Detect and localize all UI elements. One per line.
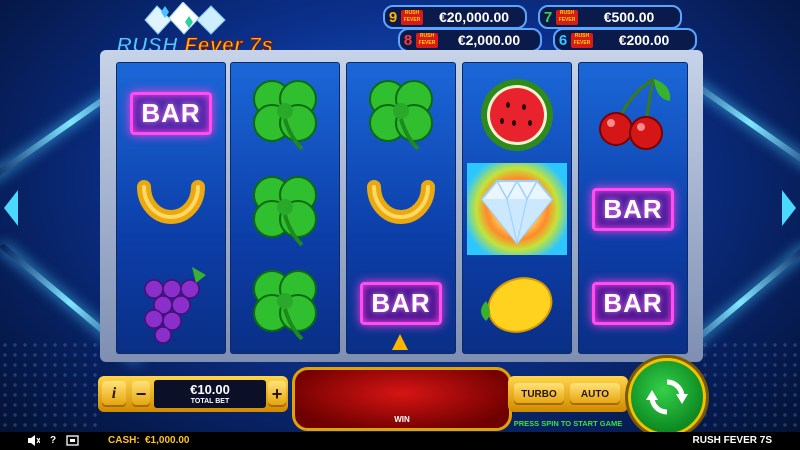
jackpot-6: 6 RUSH FEVER €200.00	[553, 28, 697, 52]
info-button[interactable]: i	[102, 381, 126, 407]
jackpot-number: 8	[403, 31, 413, 49]
hex-pattern	[700, 340, 800, 430]
grapes-icon	[144, 267, 206, 344]
jackpot-7: 7 RUSH FEVER €500.00	[538, 5, 682, 29]
win-display: WIN	[292, 367, 512, 431]
jackpot-number: 7	[543, 8, 553, 26]
symbol-bar: BAR	[583, 163, 683, 255]
fullscreen-icon[interactable]	[66, 435, 79, 449]
right-arrow-icon	[782, 190, 796, 226]
jackpot-tag: RUSH FEVER	[571, 32, 593, 48]
symbol-horseshoe	[351, 163, 451, 255]
game-title: RUSH FEVER 7S	[692, 435, 772, 446]
horseshoe-icon	[137, 180, 205, 224]
clover-icon	[253, 80, 317, 151]
reel-5: BAR BAR	[578, 62, 688, 354]
reel-4	[462, 62, 572, 354]
symbol-grapes	[121, 257, 221, 349]
bet-label: TOTAL BET	[190, 398, 230, 405]
increase-bet-button[interactable]: +	[268, 381, 286, 407]
hex-pattern	[0, 340, 100, 430]
bet-panel: i − €10.00 TOTAL BET +	[98, 376, 288, 412]
jackpot-number: 6	[558, 31, 568, 49]
symbol-bar: BAR	[583, 257, 683, 349]
jackpot-tag: RUSH FEVER	[401, 9, 423, 25]
refresh-icon	[646, 379, 688, 415]
symbol-bar: BAR	[121, 67, 221, 159]
reel-1: BAR	[116, 62, 226, 354]
bar-symbol-label: BAR	[130, 91, 212, 135]
cherry-icon	[599, 77, 671, 150]
horseshoe-icon	[367, 180, 435, 224]
clover-icon	[369, 80, 433, 151]
jackpot-amount: €200.00	[618, 32, 670, 48]
jackpot-9: 9 RUSH FEVER €20,000.00	[383, 5, 527, 29]
turbo-auto-panel: TURBO AUTO	[508, 376, 628, 412]
symbol-clover	[235, 67, 335, 159]
symbol-clover	[351, 67, 451, 159]
diamond-icon	[480, 179, 554, 245]
bet-value: €10.00	[190, 382, 230, 397]
diamonds-icon	[144, 2, 226, 35]
footer-bar: ? CASH: €1,000.00 RUSH FEVER 7S	[0, 432, 800, 450]
bar-symbol-label: BAR	[592, 187, 674, 231]
reel-2	[230, 62, 340, 354]
symbol-clover	[235, 257, 335, 349]
help-button[interactable]: ?	[50, 435, 56, 446]
symbol-watermelon	[467, 67, 567, 159]
symbol-horseshoe	[121, 163, 221, 255]
jackpot-amount: €20,000.00	[438, 9, 510, 25]
spin-hint: PRESS SPIN TO START GAME	[513, 419, 623, 428]
clover-icon	[253, 176, 317, 247]
symbol-cherry	[583, 67, 683, 159]
decrease-bet-button[interactable]: −	[132, 381, 150, 407]
cash-value: €1,000.00	[145, 435, 190, 446]
bar-symbol-label: BAR	[360, 281, 442, 325]
left-arrow-icon	[4, 190, 18, 226]
spin-button[interactable]	[628, 358, 706, 436]
watermelon-icon	[481, 79, 553, 151]
lemon-icon	[481, 277, 553, 333]
jackpot-tag: RUSH FEVER	[416, 32, 438, 48]
symbol-clover	[235, 163, 335, 255]
symbol-diamond	[467, 163, 567, 255]
jackpot-number: 9	[388, 8, 398, 26]
jackpot-tag: RUSH FEVER	[556, 9, 578, 25]
bar-symbol-label: BAR	[592, 281, 674, 325]
jackpot-amount: €500.00	[603, 9, 655, 25]
jackpot-8: 8 RUSH FEVER €2,000.00	[398, 28, 542, 52]
jackpot-amount: €2,000.00	[457, 32, 521, 48]
cash-label: CASH:	[108, 435, 140, 446]
clover-icon	[253, 270, 317, 341]
symbol-lemon	[467, 257, 567, 349]
sound-icon[interactable]	[28, 435, 41, 449]
game-screen: { "game": { "title": "RUSH FEVER 7S" }, …	[0, 0, 800, 450]
payline-pointer-icon	[392, 334, 408, 350]
bet-display: €10.00 TOTAL BET	[154, 380, 266, 408]
win-label: WIN	[394, 415, 410, 424]
auto-button[interactable]: AUTO	[570, 383, 620, 405]
reel-3: BAR	[346, 62, 456, 354]
turbo-button[interactable]: TURBO	[514, 383, 564, 405]
